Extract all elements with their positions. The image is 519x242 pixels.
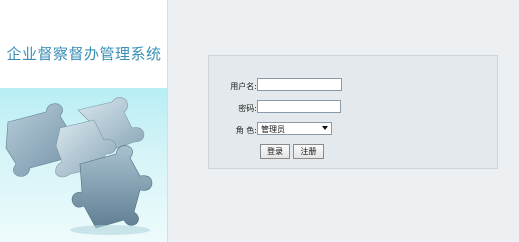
password-label: 密码: xyxy=(238,104,257,113)
puzzle-banner-image xyxy=(0,88,167,242)
username-input[interactable] xyxy=(257,78,342,91)
puzzle-pieces-illustration xyxy=(5,97,153,235)
login-form: 用户名: 密码: 角 色: 管理员 登录 注册 xyxy=(208,55,498,169)
login-button[interactable]: 登录 xyxy=(260,144,290,159)
branding-panel: 企业督察督办管理系统 xyxy=(0,0,168,242)
system-title: 企业督察督办管理系统 xyxy=(6,45,162,63)
role-label: 角 色: xyxy=(235,126,257,135)
login-page: 企业督察督办管理系统 用户名: 密码: 角 色: 管理员 登录 注册 xyxy=(0,0,519,242)
role-select[interactable]: 管理员 xyxy=(257,122,332,135)
username-label: 用户名: xyxy=(230,82,257,91)
register-button[interactable]: 注册 xyxy=(293,144,324,159)
chevron-down-icon xyxy=(322,126,328,130)
password-input[interactable] xyxy=(257,100,341,113)
role-selected-value: 管理员 xyxy=(261,125,285,134)
